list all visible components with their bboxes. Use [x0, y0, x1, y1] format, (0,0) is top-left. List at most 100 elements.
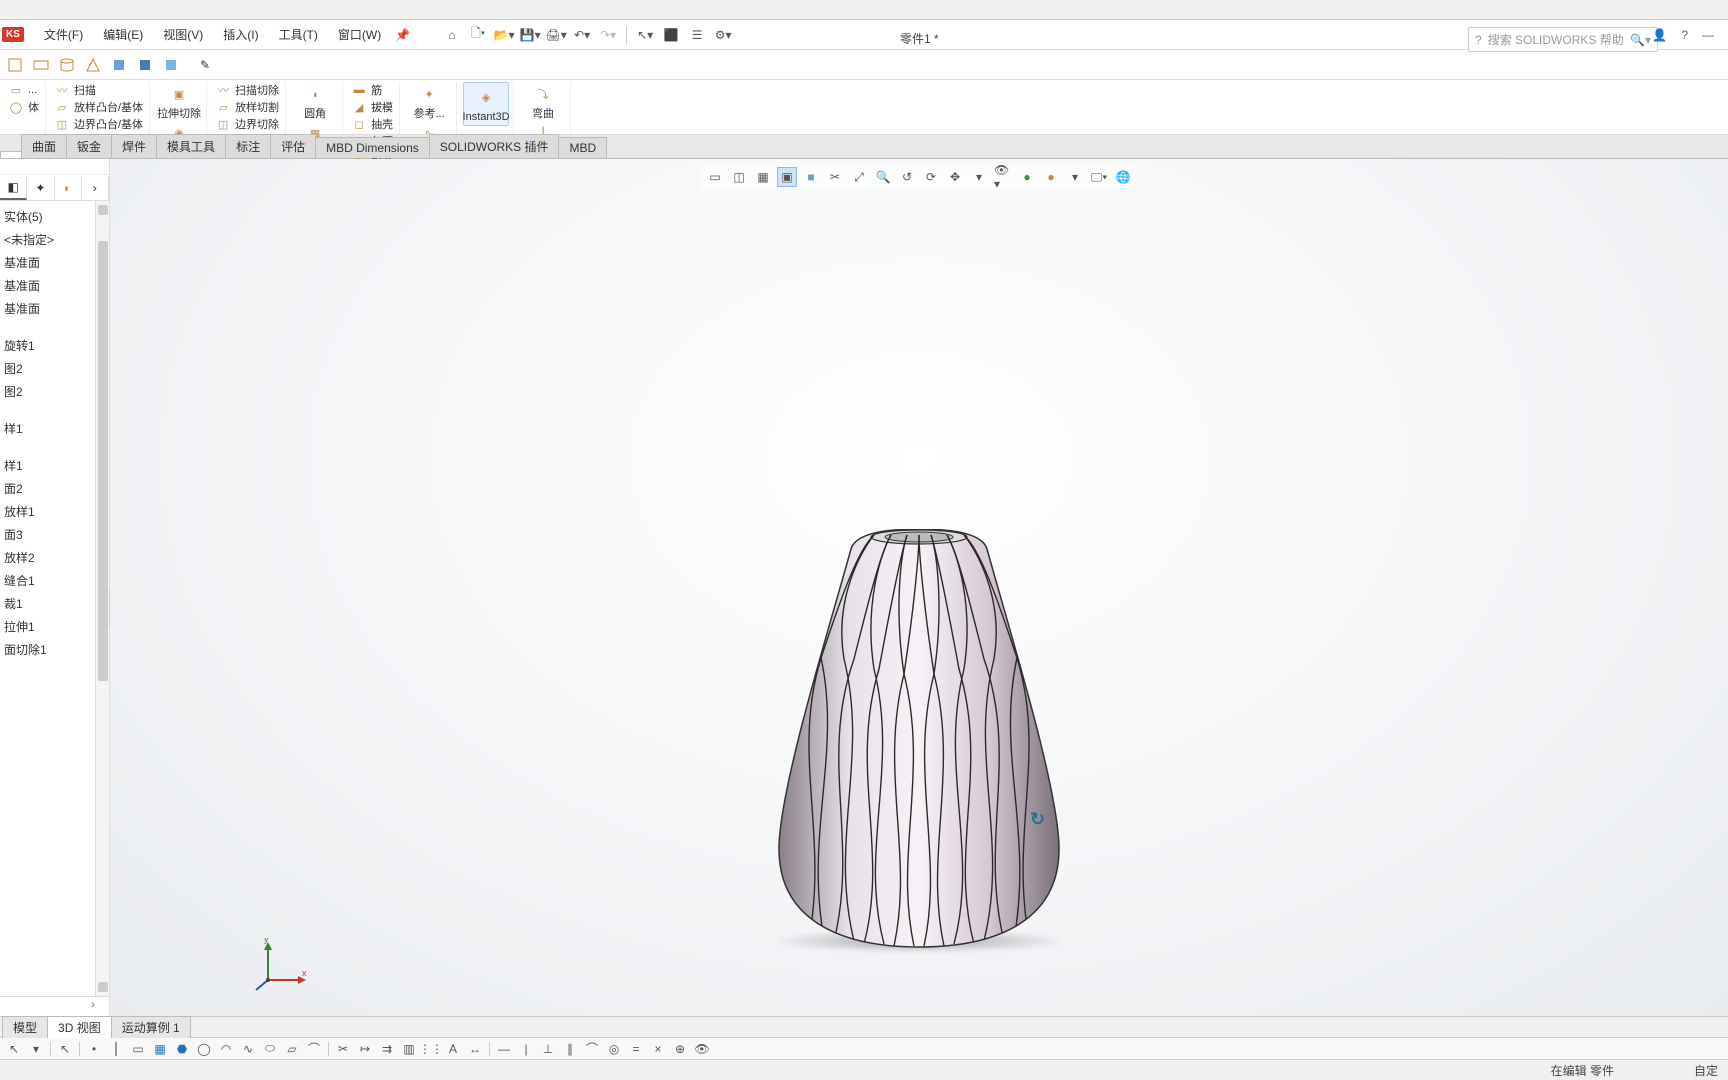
boundary-cut-button[interactable]: ◫边界切除	[213, 116, 281, 132]
fm-tab-config[interactable]: ◐	[55, 176, 82, 200]
tab-model[interactable]: 模型	[2, 1016, 48, 1038]
menu-view[interactable]: 视图(V)	[153, 21, 213, 49]
tree-node[interactable]: 基准面	[2, 297, 107, 320]
shell-button[interactable]: ◻抽壳	[349, 116, 395, 132]
rebuild-button[interactable]: ⬛	[659, 23, 683, 47]
tab-weldments[interactable]: 焊件	[111, 134, 157, 158]
display-rel-icon[interactable]: 👁	[692, 1039, 712, 1059]
relation-fix-icon[interactable]: ⊕	[670, 1039, 690, 1059]
orientation-triad[interactable]: y x	[250, 938, 310, 998]
slot-icon[interactable]: ▱	[282, 1039, 302, 1059]
tree-node[interactable]: 实体(5)	[2, 205, 107, 228]
relation-tan-icon[interactable]: ⌒	[582, 1039, 602, 1059]
tree-node[interactable]: 面切除1	[2, 638, 107, 661]
select-button[interactable]: ↖▾	[633, 23, 657, 47]
box-icon[interactable]	[30, 54, 52, 76]
base-feature1[interactable]: ▭...	[6, 82, 41, 98]
spline-icon[interactable]: ∿	[238, 1039, 258, 1059]
redo-button[interactable]: ↷▾	[596, 23, 620, 47]
loft-cut-button[interactable]: ▱放样切割	[213, 99, 281, 115]
offset-icon[interactable]: ⇉	[377, 1039, 397, 1059]
view-display-icon[interactable]: ▾	[969, 167, 989, 187]
search-box[interactable]: ? 搜索 SOLIDWORKS 帮助 🔍▾	[1468, 27, 1658, 52]
panel-expand-icon[interactable]: ›	[0, 996, 109, 1016]
fm-tab-expand[interactable]: ›	[82, 176, 109, 200]
cursor-icon[interactable]: ↖	[4, 1039, 24, 1059]
home-button[interactable]: ⌂	[440, 23, 464, 47]
tab-evaluate[interactable]: 评估	[270, 134, 316, 158]
mirror-sk-icon[interactable]: ▥	[399, 1039, 419, 1059]
ref-geom-button[interactable]: ✦参考...	[406, 82, 452, 120]
relation-para-icon[interactable]: ∥	[560, 1039, 580, 1059]
tab-mbd[interactable]: MBD	[558, 137, 607, 158]
cursor-dropdown-icon[interactable]: ▾	[26, 1039, 46, 1059]
view-zoom-area-icon[interactable]: 🔍	[873, 167, 893, 187]
settings-button[interactable]: ⚙▾	[711, 23, 735, 47]
view-screen-icon[interactable]: 🖵▾	[1089, 167, 1109, 187]
tree-node[interactable]: 基准面	[2, 251, 107, 274]
options-button[interactable]: ☰	[685, 23, 709, 47]
view-render-icon[interactable]: ▾	[1065, 167, 1085, 187]
boundary-button[interactable]: ◫边界凸台/基体	[52, 116, 145, 132]
select-filter-icon[interactable]: ↖	[55, 1039, 75, 1059]
loft-button[interactable]: ▱放样凸台/基体	[52, 99, 145, 115]
cone-icon[interactable]	[82, 54, 104, 76]
pin-icon[interactable]: 📌	[395, 28, 410, 42]
trim-icon[interactable]: ✂	[333, 1039, 353, 1059]
menu-edit[interactable]: 编辑(E)	[93, 21, 153, 49]
draft-button[interactable]: ◢拔模	[349, 99, 395, 115]
save-button[interactable]: 💾▾	[518, 23, 542, 47]
tree-scrollbar[interactable]	[95, 201, 109, 996]
tree-node[interactable]: 放样1	[2, 500, 107, 523]
view-section-icon[interactable]: ✂	[825, 167, 845, 187]
tab-motion-study[interactable]: 运动算例 1	[111, 1016, 191, 1038]
ellipse-icon[interactable]: ⬭	[260, 1039, 280, 1059]
edit-sketch-icon[interactable]: ✎	[194, 54, 216, 76]
solid2-icon[interactable]	[134, 54, 156, 76]
undo-button[interactable]: ↶▾	[570, 23, 594, 47]
view-hide-icon[interactable]: 👁▾	[993, 167, 1013, 187]
circle-icon[interactable]: ◯	[194, 1039, 214, 1059]
polygon-icon[interactable]: ⬣	[172, 1039, 192, 1059]
help-button[interactable]: ?	[1681, 28, 1688, 42]
new-button[interactable]: 🗋▾	[466, 23, 490, 47]
menu-insert[interactable]: 插入(I)	[213, 21, 268, 49]
tree-node[interactable]: 样1	[2, 417, 107, 440]
tree-node[interactable]: 裁1	[2, 592, 107, 615]
tab-sheetmetal[interactable]: 钣金	[66, 134, 112, 158]
relation-perp-icon[interactable]: ⊥	[538, 1039, 558, 1059]
fillet-button[interactable]: ◖圆角	[292, 82, 338, 120]
view-scene-icon[interactable]: ●	[1041, 167, 1061, 187]
tab-3d-view[interactable]: 3D 视图	[47, 1016, 112, 1038]
view-shaded-edges-icon[interactable]: ▣	[777, 167, 797, 187]
relation-h-icon[interactable]: —	[494, 1039, 514, 1059]
tree-node[interactable]: 面2	[2, 477, 107, 500]
extrude-cut-button[interactable]: ▣拉伸切除	[156, 82, 202, 120]
sweep-button[interactable]: 〰扫描	[52, 82, 145, 98]
tree-node[interactable]: 样1	[2, 454, 107, 477]
pattern-sk-icon[interactable]: ⋮⋮	[421, 1039, 441, 1059]
sweep-cut-button[interactable]: 〰扫描切除	[213, 82, 281, 98]
solid3-icon[interactable]	[160, 54, 182, 76]
tab-features[interactable]	[0, 151, 22, 158]
center-rect-icon[interactable]: ▦	[150, 1039, 170, 1059]
tree-node[interactable]: 图2	[2, 357, 107, 380]
view-globe-icon[interactable]: 🌐	[1113, 167, 1133, 187]
cube-icon[interactable]	[4, 54, 26, 76]
extend-icon[interactable]: ↦	[355, 1039, 375, 1059]
cylinder-icon[interactable]	[56, 54, 78, 76]
tab-mbd-dim[interactable]: MBD Dimensions	[315, 137, 430, 158]
menu-window[interactable]: 窗口(W)	[328, 21, 391, 49]
relation-conc-icon[interactable]: ◎	[604, 1039, 624, 1059]
open-button[interactable]: 📂▾	[492, 23, 516, 47]
view-appearance-icon[interactable]: ●	[1017, 167, 1037, 187]
tab-annotate[interactable]: 标注	[225, 134, 271, 158]
point-icon[interactable]: •	[84, 1039, 104, 1059]
fm-tab-property[interactable]: ✦	[27, 176, 54, 200]
tree-node[interactable]: <未指定>	[2, 228, 107, 251]
tree-node[interactable]: 放样2	[2, 546, 107, 569]
view-wireframe-icon[interactable]: ▦	[753, 167, 773, 187]
relation-coinc-icon[interactable]: ×	[648, 1039, 668, 1059]
fm-tab-tree[interactable]: ◧	[0, 176, 27, 200]
tab-mold-tools[interactable]: 模具工具	[156, 134, 226, 158]
